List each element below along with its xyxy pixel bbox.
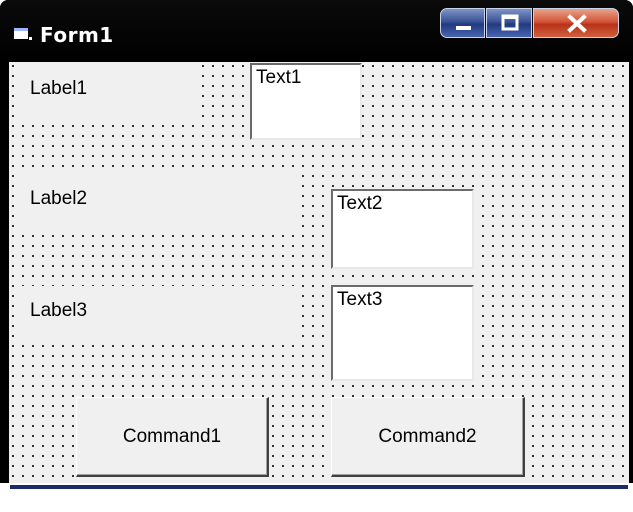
command1-button[interactable]: Command1 [76, 397, 269, 477]
title-bar[interactable]: Form1 [0, 0, 633, 62]
form-icon [14, 28, 32, 40]
window-bottom-edge [0, 483, 633, 512]
text2-textbox[interactable]: Text2 [331, 189, 474, 269]
maximize-icon [501, 14, 519, 31]
bottom-border [10, 485, 628, 489]
label1: Label1 [14, 64, 200, 118]
form-client-area: Label1 Label2 Label3 Text1 Text2 Text3 C… [9, 62, 629, 483]
minimize-icon [456, 26, 471, 30]
maximize-button[interactable] [486, 8, 532, 38]
label3: Label3 [14, 286, 297, 340]
label2: Label2 [14, 174, 297, 228]
close-icon [567, 14, 587, 33]
close-button[interactable] [533, 8, 619, 38]
text3-textbox[interactable]: Text3 [331, 285, 474, 381]
minimize-button[interactable] [440, 8, 485, 38]
command2-button[interactable]: Command2 [331, 397, 525, 477]
form-window: Form1 Label1 Label2 Label3 Text1 Text2 T… [0, 0, 633, 512]
window-title: Form1 [40, 23, 114, 47]
text1-textbox[interactable]: Text1 [250, 63, 362, 140]
